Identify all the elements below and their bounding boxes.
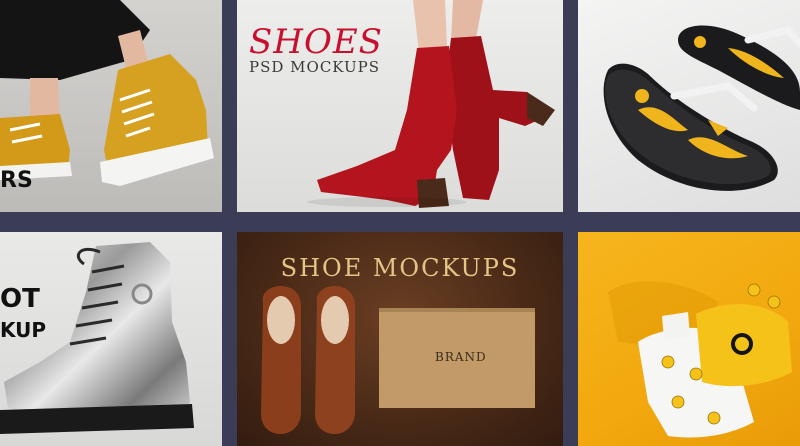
brand-box-label: BRAND (435, 350, 487, 364)
tile-silver-boot: OT KUP (0, 232, 222, 446)
smiley-socks-illustration (608, 281, 792, 438)
caption-fragment-bottom: KUP (0, 318, 47, 342)
psd-mockups-subtitle: PSD MOCKUPS (249, 58, 380, 76)
tile-yellow-sneaker: RS (0, 0, 222, 212)
tile-smiley-socks (578, 232, 800, 446)
shoes-title: SHOES (249, 22, 383, 62)
shoe-mockups-title: SHOE MOCKUPS (280, 254, 520, 282)
tile-shoe-mockups: SHOE MOCKUPS BRAND (237, 232, 563, 446)
mockup-collage: RS SHOES PSD MOCKUPS OT KUP SHOE MOCKUPS… (0, 0, 800, 446)
caption-fragment: RS (0, 168, 33, 193)
flip-flops-illustration (603, 25, 800, 191)
caption-fragment-top: OT (0, 284, 40, 314)
tile-red-boots: SHOES PSD MOCKUPS (237, 0, 563, 212)
tile-flip-flops (578, 0, 800, 212)
yellow-sneaker-illustration (0, 0, 214, 186)
